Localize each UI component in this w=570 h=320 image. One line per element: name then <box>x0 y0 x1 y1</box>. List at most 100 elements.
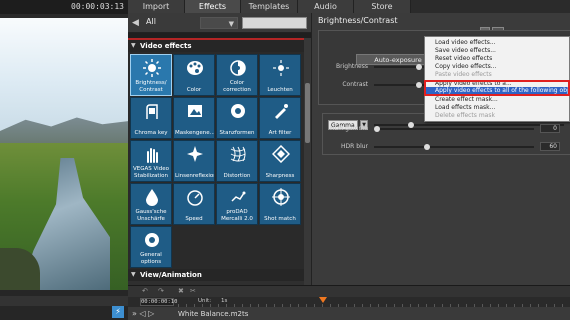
preview-sky <box>0 18 128 138</box>
properties-title: Brightness/Contrast <box>318 16 398 25</box>
context-menu-item: Delete effects mask <box>435 112 495 119</box>
context-menu-item[interactable]: Save video effects... <box>435 47 496 54</box>
effect-tile-label: Linsenreflexion <box>175 172 215 179</box>
gamma-slider[interactable] <box>374 124 564 126</box>
scrollbar-thumb[interactable] <box>305 83 310 143</box>
video-preview[interactable] <box>0 18 128 290</box>
tab-effects[interactable]: Effects <box>185 0 241 13</box>
context-menu-item[interactable]: Create effect mask... <box>435 96 498 103</box>
contrast-slider-knob[interactable] <box>416 82 422 88</box>
back-arrow-icon[interactable]: ◀ <box>132 18 142 28</box>
effects-context-menu: Load video effects... Save video effects.… <box>424 36 570 122</box>
effects-scrollbar[interactable] <box>304 38 311 285</box>
app-window: 00:00:03:13 Import Effects Templates Aud… <box>0 0 570 320</box>
glow-icon <box>272 59 290 77</box>
context-menu-item: Paste video effects <box>435 71 492 78</box>
effects-filter-dropdown[interactable]: ▼ <box>200 17 238 29</box>
distortion-icon <box>229 145 247 163</box>
timeline-toolbar: ↶ ↷ ✖ ✂ <box>128 286 570 297</box>
delete-icon[interactable]: ✖ <box>178 287 184 295</box>
effect-tile[interactable]: Art filter <box>259 97 301 139</box>
tab-templates[interactable]: Templates <box>241 0 298 13</box>
collapse-double-chevron-icon[interactable]: » ◁ ▷ <box>132 309 154 318</box>
effect-tile[interactable]: Linsenreflexion <box>173 140 215 182</box>
context-menu-item[interactable]: Reset video effects <box>435 55 492 62</box>
hdr-gamma-slider-knob[interactable] <box>374 126 380 132</box>
effect-tile-label: Color correction <box>223 80 251 93</box>
effect-tile-label: General options <box>140 252 162 265</box>
effect-tile-label: Gauss'sche Unschärfe <box>135 209 167 222</box>
hdr-blur-slider-knob[interactable] <box>424 144 430 150</box>
effect-tile[interactable]: Shot match <box>259 183 301 225</box>
cut-icon[interactable]: ✂ <box>190 287 196 295</box>
effect-tile[interactable]: Speed <box>173 183 215 225</box>
brightness-icon <box>143 59 161 77</box>
effect-tile-label: Shot match <box>264 215 296 222</box>
collapse-caret-icon: ▼ <box>131 271 136 278</box>
effect-tile-label: Brightness/Contrast <box>135 80 167 93</box>
effect-tile-label: Stanzformen <box>219 129 255 136</box>
lightning-icon[interactable]: ⚡ <box>112 306 124 318</box>
effect-tile-label: Chroma key <box>134 129 168 136</box>
effect-tile[interactable]: proDAD Mercalli 2.0 <box>216 183 258 225</box>
annotation-highlight-box <box>424 80 570 96</box>
effect-tile[interactable]: Leuchten <box>259 54 301 96</box>
chroma-key-icon <box>143 102 161 120</box>
mercalli-icon <box>229 188 247 206</box>
clip-filename[interactable]: White Balance.m2ts <box>178 310 248 318</box>
effect-tile[interactable]: Gauss'sche Unschärfe <box>130 183 172 225</box>
undo-icon[interactable]: ↶ <box>142 287 148 295</box>
effect-tile[interactable]: Distortion <box>216 140 258 182</box>
speed-icon <box>186 188 204 206</box>
brightness-slider-knob[interactable] <box>416 64 422 70</box>
effect-tile[interactable]: Chroma key <box>130 97 172 139</box>
preview-scrubber[interactable] <box>0 296 128 306</box>
effect-tile[interactable]: Brightness/Contrast <box>130 54 172 96</box>
lens-flare-icon <box>186 145 204 163</box>
section-title: Video effects <box>140 42 192 50</box>
main-tabbar: Import Effects Templates Audio Store <box>128 0 570 13</box>
effect-tile[interactable]: Stanzformen <box>216 97 258 139</box>
effect-tile[interactable]: General options <box>130 226 172 268</box>
stamp-shapes-icon <box>229 102 247 120</box>
tab-import[interactable]: Import <box>128 0 185 13</box>
hdr-blur-value[interactable]: 60 <box>540 142 560 151</box>
video-effects-section-header[interactable]: ▼ Video effects <box>128 40 304 52</box>
tab-audio[interactable]: Audio <box>298 0 354 13</box>
hdr-blur-label: HDR blur <box>341 143 368 150</box>
context-menu-item[interactable]: Load video effects... <box>435 39 496 46</box>
hdr-gamma-label: HDR gamma <box>329 125 368 132</box>
stabilization-icon <box>143 145 161 163</box>
effect-tile-label: Speed <box>185 215 203 222</box>
effect-tile-label: Sharpness <box>265 172 295 179</box>
mask-icon <box>186 102 204 120</box>
effect-tile-label: Color <box>186 86 202 93</box>
effect-tile-label: Maskengene... <box>175 129 215 136</box>
redo-icon[interactable]: ↷ <box>158 287 164 295</box>
timeline-ruler-row: 00:00:00:10 Unit: 1s <box>128 297 570 308</box>
hdr-blur-slider[interactable] <box>374 146 534 148</box>
blur-icon <box>143 188 161 206</box>
sharpness-icon <box>271 144 291 164</box>
effects-filter-label[interactable]: All <box>146 17 156 26</box>
effect-tile[interactable]: Color <box>173 54 215 96</box>
hdr-gamma-value[interactable]: 0 <box>540 124 560 133</box>
timeline-time-display: 00:00:00:10 <box>140 298 178 306</box>
effects-toolbar: ◀ All ▼ <box>128 13 311 33</box>
effects-grid: Brightness/Contrast Color Color correction L… <box>128 52 304 274</box>
context-menu-item[interactable]: Load effects mask... <box>435 104 495 111</box>
context-menu-item[interactable]: Copy video effects... <box>435 63 496 70</box>
effects-search-input[interactable] <box>242 17 307 29</box>
tab-store[interactable]: Store <box>354 0 411 13</box>
hdr-gamma-slider[interactable] <box>374 128 534 130</box>
effect-tile-label: proDAD Mercalli 2.0 <box>221 209 253 222</box>
timeline-panel: ↶ ↷ ✖ ✂ 00:00:00:10 Unit: 1s » ◁ ▷ White… <box>128 285 570 320</box>
effect-tile[interactable]: Color correction <box>216 54 258 96</box>
color-correction-icon <box>229 59 247 77</box>
effect-tile[interactable]: Sharpness <box>259 140 301 182</box>
playhead-marker[interactable] <box>319 297 327 303</box>
effect-tile[interactable]: VEGAS Video Stabilization <box>130 140 172 182</box>
section-title: View/Animation <box>140 271 202 279</box>
effect-tile[interactable]: Maskengene... <box>173 97 215 139</box>
view-animation-section-header[interactable]: ▼ View/Animation <box>128 269 304 281</box>
